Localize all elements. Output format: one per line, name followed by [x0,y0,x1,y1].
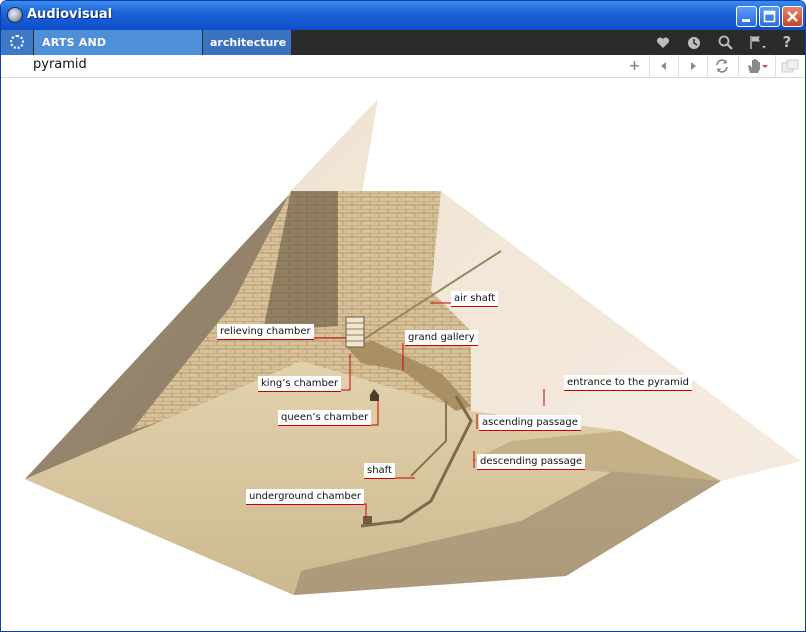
label-descending-passage[interactable]: descending passage [477,454,586,470]
window-toggle-button[interactable] [775,55,804,77]
forward-button[interactable] [678,55,707,77]
label-kings-chamber[interactable]: king’s chamber [258,376,342,392]
app-icon [7,7,23,23]
minimize-icon [742,19,750,22]
hand-tool-button[interactable] [738,55,774,77]
add-icon: + [628,58,641,74]
sun-icon [10,35,24,49]
flag-icon [750,36,766,49]
flag-button[interactable] [746,30,770,55]
pyramid-illustration [25,99,801,595]
label-grand-gallery[interactable]: grand gallery [405,330,478,346]
label-underground-chamber[interactable]: underground chamber [246,489,364,505]
title-bar[interactable]: Audiovisual [1,1,805,30]
subsection-tab[interactable]: architecture [203,30,291,55]
refresh-icon [716,59,728,73]
search-icon [718,35,733,50]
forward-icon [691,62,696,70]
close-icon [787,11,798,22]
label-shaft[interactable]: shaft [364,463,395,479]
clock-icon [688,37,700,49]
underground-chamber-shape [363,516,372,524]
back-button[interactable] [649,55,678,77]
help-icon: ? [782,33,792,51]
maximize-button[interactable] [759,6,780,27]
add-button[interactable]: + [620,55,649,77]
back-icon [661,62,666,70]
search-button[interactable] [713,30,737,55]
refresh-button[interactable] [707,55,736,77]
heart-icon [656,37,670,48]
minimize-button[interactable] [736,6,757,27]
home-button[interactable] [1,30,33,55]
window-icon [781,59,799,73]
app-window: Audiovisual ARTS AND ARCHITECTURE archit… [0,0,806,632]
label-entrance[interactable]: entrance to the pyramid [564,375,692,391]
help-button[interactable]: ? [775,30,799,55]
toolbar: pyramid + [1,55,805,78]
label-relieving-chamber[interactable]: relieving chamber [217,324,314,340]
topic-title: pyramid [33,57,87,72]
favorites-button[interactable] [651,30,675,55]
maximize-icon [763,10,776,23]
window-title: Audiovisual [27,7,113,22]
hand-icon [747,59,768,73]
menu-bar: ARTS AND ARCHITECTURE architecture ? [1,30,805,74]
illustration-area: air shaft relieving chamber grand galler… [1,78,805,631]
close-button[interactable] [782,6,803,27]
label-air-shaft[interactable]: air shaft [451,291,499,307]
section-tab[interactable]: ARTS AND ARCHITECTURE [34,30,202,74]
relieving-chamber-block [345,316,365,348]
history-button[interactable] [682,30,706,55]
label-ascending-passage[interactable]: ascending passage [479,415,581,431]
label-queens-chamber[interactable]: queen’s chamber [278,410,372,426]
